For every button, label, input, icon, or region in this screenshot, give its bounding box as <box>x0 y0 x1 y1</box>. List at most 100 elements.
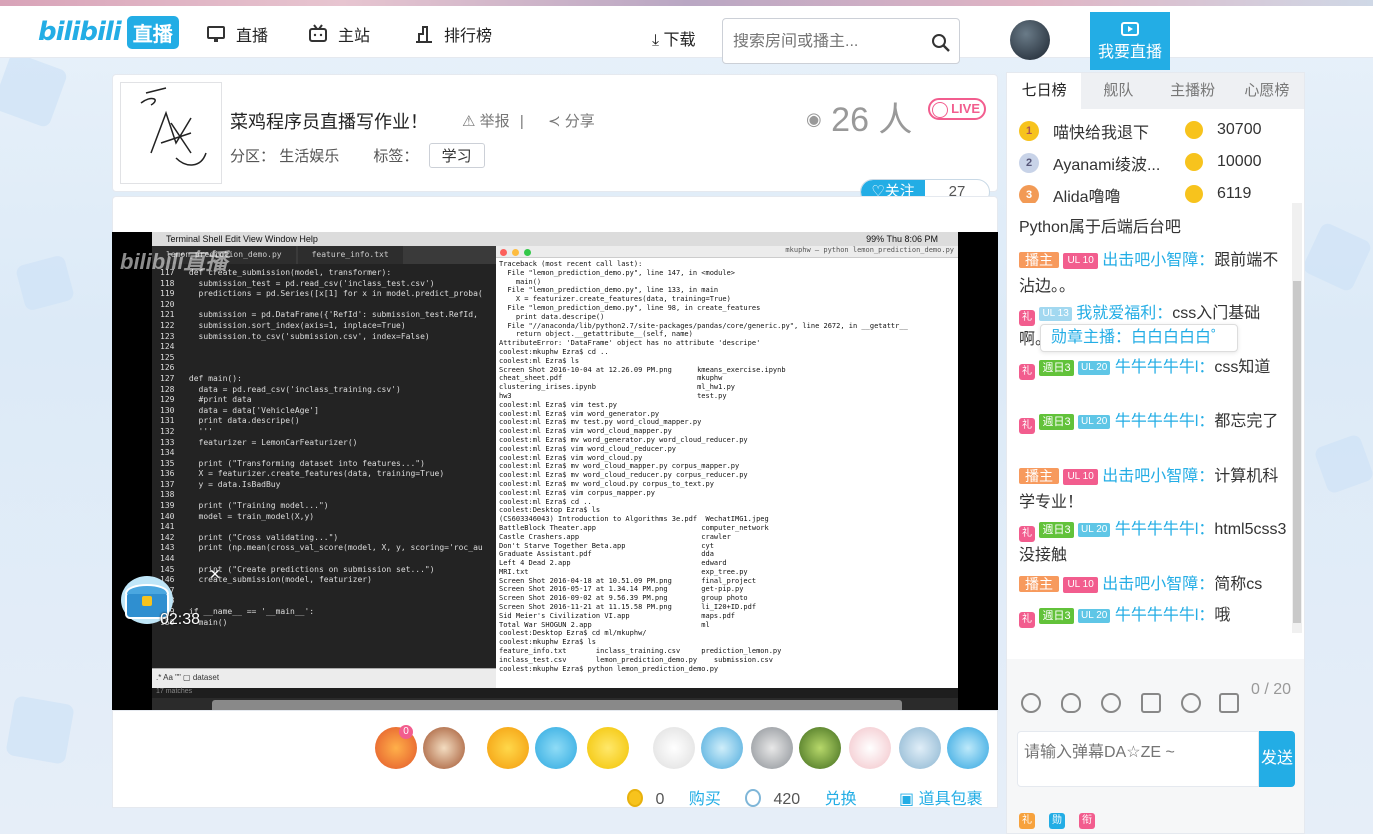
nav-main-site[interactable]: 主站 <box>308 22 370 46</box>
code-line: 131 print data.descripe() <box>160 416 300 426</box>
chat-username[interactable]: 出击吧小智障： <box>1102 252 1214 269</box>
gift-item[interactable] <box>899 727 941 769</box>
palette-icon[interactable] <box>1101 693 1121 713</box>
tab-fleet[interactable]: 舰队 <box>1081 73 1155 109</box>
fire-icon[interactable] <box>1061 693 1081 713</box>
logo-text: bilibili <box>38 17 122 47</box>
badge-icon[interactable]: 礼 <box>1019 813 1035 829</box>
code-line: 148 <box>160 596 498 607</box>
ranking-row[interactable]: 1 喵快给我退下 <box>1019 117 1149 145</box>
terminal-line: coolest:Desktop Ezra$ cd ml/mkuphw/ <box>499 629 647 638</box>
buy-link[interactable]: 购买 <box>689 791 721 808</box>
terminal-line: coolest:ml Ezra$ vim word_cloud_mapper.p… <box>499 427 672 436</box>
terminal-line: coolest:ml Ezra$ vim word_generator.py <box>499 409 660 418</box>
tv-icon <box>309 24 327 42</box>
gift-item[interactable] <box>849 727 891 769</box>
code-line: 144 <box>160 554 175 564</box>
gift-item[interactable] <box>587 727 629 769</box>
gift-item[interactable] <box>947 727 989 769</box>
tab-seven-day[interactable]: 七日榜 <box>1007 73 1082 109</box>
gift-badge-icon: 礼 <box>1019 612 1035 628</box>
gift-item[interactable] <box>535 727 577 769</box>
code-line: 140 model = train_model(X,y) <box>160 511 315 521</box>
chat-text: Python属于后端后台吧 <box>1019 219 1181 236</box>
gift-item[interactable] <box>487 727 529 769</box>
search-box[interactable] <box>722 18 960 64</box>
user-level-badge: UL 13 <box>1039 307 1072 321</box>
emoji-icon[interactable] <box>1021 693 1041 713</box>
share-icon: ≺ <box>548 113 561 130</box>
code-line: 130 data = data['VehicleAge'] <box>160 405 319 415</box>
user-avatar[interactable] <box>1010 20 1050 60</box>
tab-fans[interactable]: 主播粉 <box>1156 73 1230 109</box>
share-button[interactable]: ≺ 分享 <box>548 110 595 131</box>
bilibili-live-logo[interactable]: bilibili 直播 <box>38 14 179 50</box>
chat-scrollbar[interactable] <box>1292 203 1302 633</box>
badge-icon[interactable]: 衔 <box>1079 813 1095 829</box>
copy-icon[interactable] <box>1219 693 1239 713</box>
gift-item[interactable] <box>751 727 793 769</box>
chat-message: 礼 週日3 UL 20 牛牛牛牛牛l：都忘完了 <box>1019 409 1291 435</box>
go-live-button[interactable]: 我要直播 <box>1090 12 1170 70</box>
chat-list: Python属于后端后台吧 播主 UL 10 出击吧小智障：跟前端不沾边。。 礼… <box>1007 203 1304 659</box>
terminal-line: coolest:mkuphw Ezra$ ls <box>499 638 596 647</box>
danmaku-input[interactable] <box>1018 732 1258 786</box>
gift-item[interactable] <box>701 727 743 769</box>
download-link[interactable]: ⤓ 下载 <box>652 26 696 50</box>
gift-badge-icon: 礼 <box>1019 418 1035 434</box>
code-editor: lemon_prediction_demo.py feature_info.tx… <box>152 246 498 670</box>
report-button[interactable]: ⚠ 举报 | <box>462 110 530 131</box>
ranking-score-value: 10000 <box>1217 153 1262 170</box>
room-cover-image[interactable] <box>120 82 222 184</box>
terminal-line: coolest:ml Ezra$ mv word_cloud.py corpus… <box>499 479 714 488</box>
trash-icon[interactable] <box>1141 693 1161 713</box>
code-line: 141 <box>160 522 175 532</box>
badge-icon[interactable]: 勋 <box>1049 813 1065 829</box>
terminal-line: coolest:ml Ezra$ vim corpus_mapper.py <box>499 488 655 497</box>
chat-username[interactable]: 牛牛牛牛牛l： <box>1115 359 1215 376</box>
chat-username[interactable]: 出击吧小智障： <box>1102 468 1214 485</box>
find-bar: .* Aa "" ▢ dataset <box>152 668 498 688</box>
chat-username[interactable]: 出击吧小智障： <box>1102 576 1214 593</box>
terminal-line: File "//anaconda/lib/python2.7/site-pack… <box>499 321 908 330</box>
video-player[interactable]: Terminal Shell Edit View Window Help 99% … <box>112 232 998 710</box>
ranking-score-value: 30700 <box>1217 121 1262 138</box>
nav-live[interactable]: 直播 <box>206 22 268 46</box>
user-level-badge: UL 10 <box>1063 469 1098 485</box>
tag-chip[interactable]: 学习 <box>428 143 485 168</box>
terminal-title: mkuphw — python lemon_prediction_demo.py <box>785 246 954 254</box>
chat-username[interactable]: 牛牛牛牛牛l： <box>1115 607 1215 624</box>
gift-item[interactable] <box>799 727 841 769</box>
nav-ranking[interactable]: 排行榜 <box>414 22 492 46</box>
scrollbar-thumb[interactable] <box>1293 281 1301 623</box>
terminal-line: main() <box>499 277 542 286</box>
code-line: 124 <box>160 342 175 352</box>
user-level-badge: UL 10 <box>1063 253 1098 269</box>
area-value[interactable]: 生活娱乐 <box>279 148 339 165</box>
ranking-row[interactable]: 2 Ayanami绫波... <box>1019 149 1160 177</box>
gift-item[interactable] <box>423 727 465 769</box>
code-line: 139 print ("Training model...") <box>160 501 329 511</box>
terminal-line: AttributeError: 'DataFrame' object has n… <box>499 339 761 348</box>
send-button[interactable]: 发送 <box>1259 731 1295 787</box>
terminal-line: Total War SHOGUN 2.app ml <box>499 620 710 629</box>
room-meta: 分区： 生活娱乐 标签： 学习 <box>230 143 485 168</box>
record-icon[interactable] <box>1181 693 1201 713</box>
search-icon[interactable] <box>931 33 951 53</box>
item-bag-link[interactable]: ▣ 道具包裹 <box>899 785 983 809</box>
code-line: 119 predictions = pd.Series([x[1] for x … <box>160 289 483 299</box>
live-badge: LIVE <box>928 98 986 120</box>
ranking-row[interactable]: 3 Alida噜噜 <box>1019 181 1121 203</box>
exchange-link[interactable]: 兑换 <box>825 791 857 808</box>
danmaku-input-box[interactable] <box>1017 731 1259 787</box>
terminal-line: Sid Meier's Civilization VI.app maps.pdf <box>499 611 736 620</box>
chat-username[interactable]: 牛牛牛牛牛l： <box>1115 413 1215 430</box>
chat-username[interactable]: 我就爱福利： <box>1076 305 1172 322</box>
search-input[interactable] <box>733 33 923 51</box>
close-icon[interactable]: ✕ <box>208 567 222 581</box>
tab-wishlist[interactable]: 心愿榜 <box>1230 73 1304 109</box>
fan-medal-badge: 週日3 <box>1039 360 1074 376</box>
gift-item[interactable] <box>653 727 695 769</box>
chat-username[interactable]: 牛牛牛牛牛l： <box>1115 521 1215 538</box>
terminal-window: mkuphw — python lemon_prediction_demo.py… <box>496 246 958 688</box>
